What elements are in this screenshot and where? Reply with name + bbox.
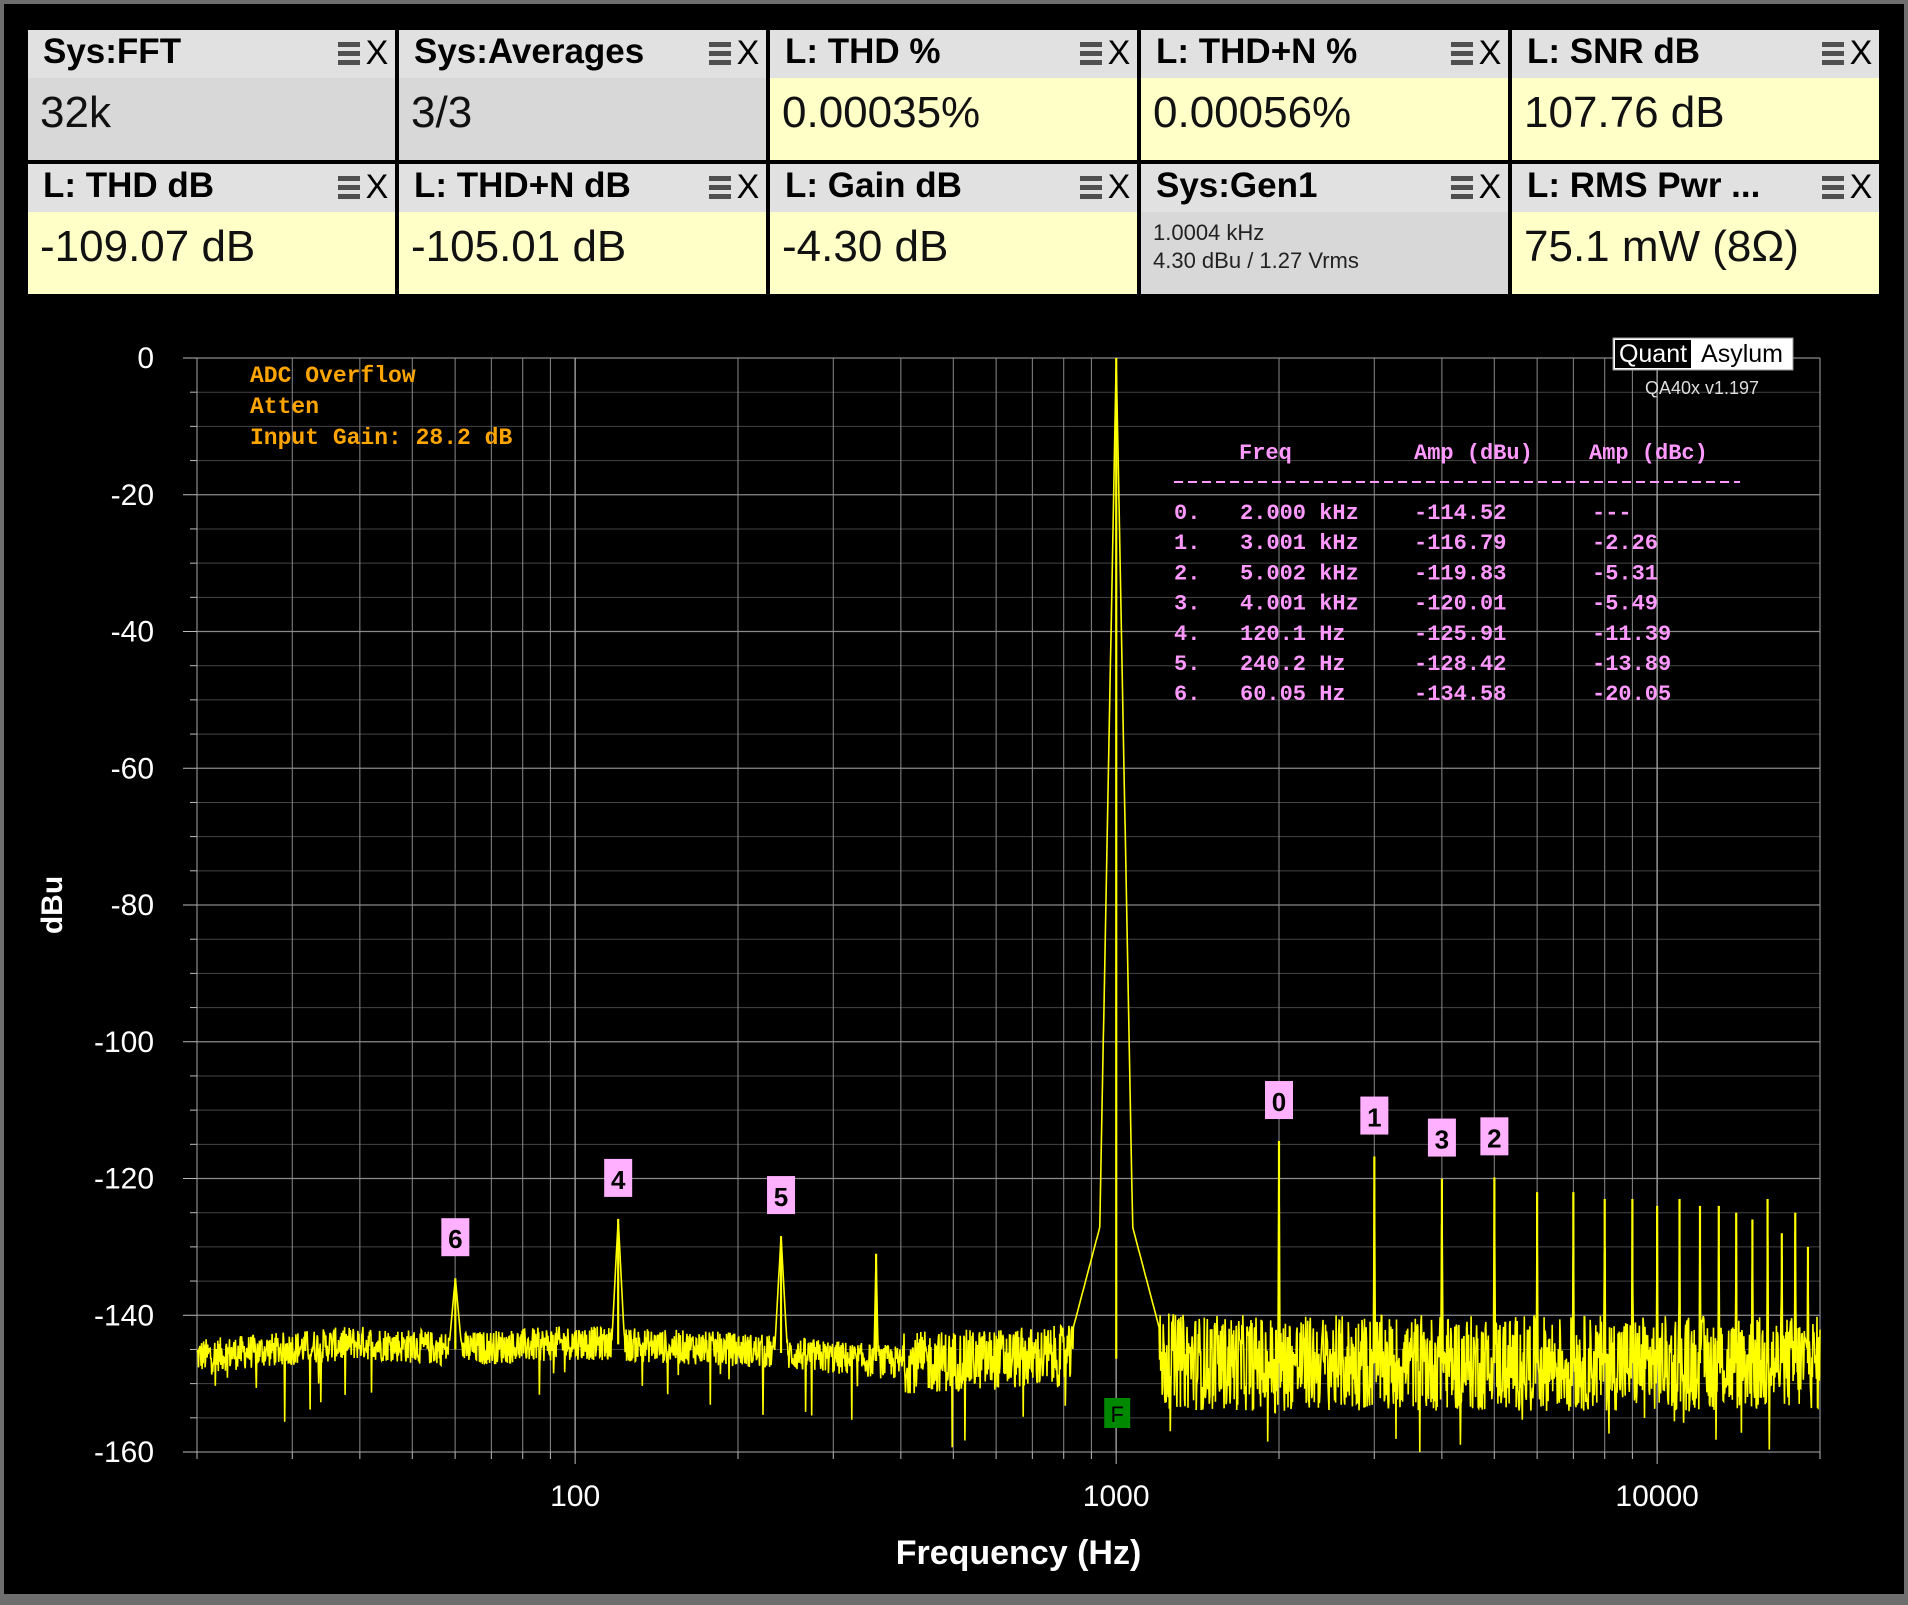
- table-row: 5. 240.2 Hz -128.42 -13.89: [1174, 652, 1671, 677]
- version-label: QA40x v1.197: [1645, 378, 1759, 398]
- harmonic-marker-2: 2: [1480, 1117, 1509, 1156]
- y-tick-label: -40: [111, 616, 154, 649]
- y-tick-label: 0: [137, 342, 154, 375]
- table-cell-index: 5.: [1174, 652, 1200, 677]
- table-header-0: Freq: [1239, 441, 1292, 466]
- table-header-2: Amp (dBc): [1589, 441, 1708, 466]
- table-cell-index: 2.: [1174, 561, 1200, 586]
- table-row: 2. 5.002 kHz -119.83 -5.31: [1174, 561, 1658, 586]
- table-row: 4. 120.1 Hz -125.91 -11.39: [1174, 622, 1671, 647]
- harmonic-marker-label: 6: [448, 1224, 462, 1254]
- harmonic-marker-4: 4: [604, 1158, 633, 1197]
- fundamental-marker: F: [1104, 1398, 1131, 1428]
- table-cell-freq: 2.000 kHz: [1240, 501, 1359, 526]
- table-cell-amp-dbc: ---: [1592, 501, 1632, 526]
- y-tick-label: -100: [94, 1026, 154, 1059]
- y-tick-label: -80: [111, 889, 154, 922]
- harmonic-marker-label: 3: [1435, 1125, 1449, 1155]
- table-row: 0. 2.000 kHz -114.52 ---: [1174, 501, 1632, 526]
- table-row: 6. 60.05 Hz -134.58 -20.05: [1174, 682, 1671, 707]
- status-line: Input Gain: 28.2 dB: [250, 425, 512, 451]
- harmonic-marker-label: 5: [774, 1182, 788, 1212]
- table-cell-freq: 60.05 Hz: [1240, 682, 1346, 707]
- harmonic-table: Freq Amp (dBu) Amp (dBc) 0. 2.000 kHz -114.52…: [1174, 441, 1740, 707]
- y-tick-label: -160: [94, 1436, 154, 1469]
- logo-text-left: Quant: [1619, 340, 1687, 368]
- harmonic-marker-0: 0: [1265, 1081, 1293, 1120]
- table-cell-amp-dbc: -2.26: [1592, 531, 1658, 556]
- table-cell-amp-dbc: -11.39: [1592, 622, 1671, 647]
- table-cell-amp-dbu: -114.52: [1414, 501, 1506, 526]
- spectrum-trace: [196, 369, 1821, 1453]
- table-row: 3. 4.001 kHz -120.01 -5.49: [1174, 592, 1658, 617]
- table-cell-amp-dbu: -119.83: [1414, 561, 1506, 586]
- analyzer-window: Sys:FFT X 32k Sys:Averages X 3/3 L: THD % X 0.00…: [4, 4, 1904, 1594]
- table-cell-freq: 3.001 kHz: [1240, 531, 1359, 556]
- table-cell-index: 3.: [1174, 592, 1200, 617]
- fundamental-marker-label: F: [1111, 1402, 1124, 1427]
- table-cell-amp-dbc: -5.31: [1592, 561, 1658, 586]
- table-cell-amp-dbu: -134.58: [1414, 682, 1506, 707]
- status-line: Atten: [250, 394, 319, 420]
- y-tick-label: -20: [111, 479, 154, 512]
- harmonic-marker-1: 1: [1360, 1096, 1389, 1135]
- x-tick-label: 1000: [1083, 1480, 1150, 1513]
- y-tick-label: -120: [94, 1163, 154, 1196]
- table-cell-amp-dbu: -116.79: [1414, 531, 1506, 556]
- harmonic-marker-3: 3: [1427, 1118, 1456, 1157]
- y-axis-title: dBu: [36, 876, 69, 934]
- table-header-1: Amp (dBu): [1414, 441, 1533, 466]
- table-row: 1. 3.001 kHz -116.79 -2.26: [1174, 531, 1658, 556]
- table-cell-freq: 240.2 Hz: [1240, 652, 1346, 677]
- logo-text-right: Asylum: [1701, 340, 1783, 368]
- table-cell-index: 0.: [1174, 501, 1200, 526]
- harmonic-marker-label: 0: [1272, 1087, 1286, 1117]
- table-cell-freq: 120.1 Hz: [1240, 622, 1346, 647]
- x-axis-title: Frequency (Hz): [896, 1534, 1142, 1572]
- harmonic-marker-5: 5: [767, 1176, 796, 1215]
- table-cell-freq: 4.001 kHz: [1240, 592, 1359, 617]
- x-tick-label: 100: [550, 1480, 600, 1513]
- table-cell-index: 6.: [1174, 682, 1200, 707]
- chart-grid: [196, 357, 1821, 1453]
- status-line: ADC Overflow: [250, 363, 416, 389]
- table-cell-amp-dbu: -125.91: [1414, 622, 1506, 647]
- chart-overlay: ADC Overflow Atten Input Gain: 28.2 dB Quan…: [250, 337, 1794, 707]
- fft-chart: 0 -20 -40 -60 -80 -100 -120 -140 -160 100 1000 1000…: [36, 337, 1821, 1572]
- quantasylum-logo: Quant Asylum: [1612, 337, 1794, 371]
- table-cell-amp-dbu: -120.01: [1414, 592, 1506, 617]
- harmonic-marker-6: 6: [441, 1218, 470, 1257]
- y-tick-label: -140: [94, 1299, 154, 1332]
- table-cell-amp-dbu: -128.42: [1414, 652, 1506, 677]
- y-tick-label: -60: [111, 752, 154, 785]
- table-cell-amp-dbc: -20.05: [1592, 682, 1671, 707]
- table-cell-amp-dbc: -13.89: [1592, 652, 1671, 677]
- x-tick-label: 10000: [1615, 1480, 1698, 1513]
- table-cell-freq: 5.002 kHz: [1240, 561, 1359, 586]
- harmonic-marker-label: 4: [611, 1165, 626, 1195]
- harmonic-marker-label: 2: [1487, 1123, 1501, 1153]
- table-cell-index: 4.: [1174, 622, 1200, 647]
- harmonic-marker-label: 1: [1367, 1103, 1381, 1133]
- table-cell-amp-dbc: -5.49: [1592, 592, 1658, 617]
- table-cell-index: 1.: [1174, 531, 1200, 556]
